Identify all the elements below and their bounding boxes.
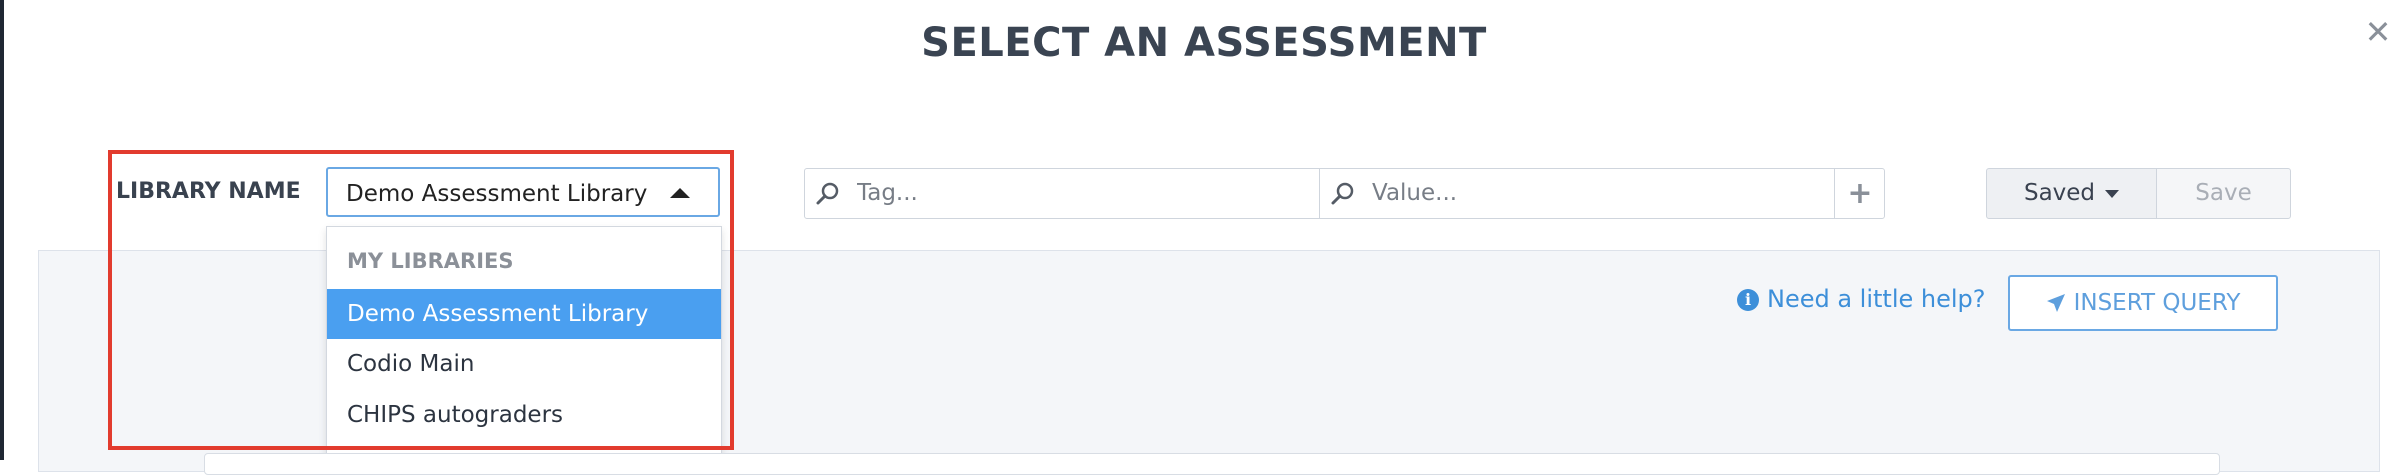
- search-icon: [1331, 182, 1354, 205]
- library-select-value: Demo Assessment Library: [346, 181, 648, 207]
- library-dropdown-menu: MY LIBRARIES Demo Assessment Library Cod…: [326, 226, 722, 460]
- add-query-button[interactable]: +: [1835, 169, 1885, 218]
- insert-query-button[interactable]: INSERT QUERY: [2008, 275, 2278, 331]
- library-name-label: LIBRARY NAME: [116, 179, 301, 204]
- library-select[interactable]: Demo Assessment Library: [326, 167, 720, 217]
- saved-dropdown-button[interactable]: Saved: [1986, 168, 2157, 219]
- help-link[interactable]: i Need a little help?: [1737, 285, 1986, 313]
- value-field: [1320, 169, 1835, 218]
- dropdown-option[interactable]: Codio Main: [327, 339, 721, 389]
- plus-icon: +: [1847, 176, 1873, 211]
- insert-query-label: INSERT QUERY: [2073, 290, 2241, 316]
- help-link-label: Need a little help?: [1767, 285, 1986, 313]
- dropdown-group-header: MY LIBRARIES: [347, 249, 514, 273]
- query-builder: +: [804, 168, 1885, 219]
- saved-label: Saved: [2023, 180, 2096, 206]
- dropdown-option[interactable]: CHIPS autograders: [327, 390, 721, 440]
- close-icon[interactable]: ✕: [2360, 14, 2396, 50]
- caret-up-icon: [670, 188, 690, 198]
- results-card: [204, 453, 2220, 475]
- value-input[interactable]: [1372, 177, 1812, 209]
- dropdown-option[interactable]: Demo Assessment Library: [327, 289, 721, 339]
- dialog-title: SELECT AN ASSESSMENT: [921, 20, 1487, 66]
- save-button[interactable]: Save: [2156, 168, 2291, 219]
- tag-input[interactable]: [857, 177, 1297, 209]
- select-assessment-dialog: SELECT AN ASSESSMENT ✕ LIBRARY NAME Demo…: [4, 0, 2404, 475]
- info-icon: i: [1737, 289, 1759, 311]
- tag-field: [805, 169, 1320, 218]
- chevron-down-icon: [2105, 189, 2120, 198]
- paper-plane-icon: [2046, 294, 2065, 312]
- search-icon: [816, 182, 839, 205]
